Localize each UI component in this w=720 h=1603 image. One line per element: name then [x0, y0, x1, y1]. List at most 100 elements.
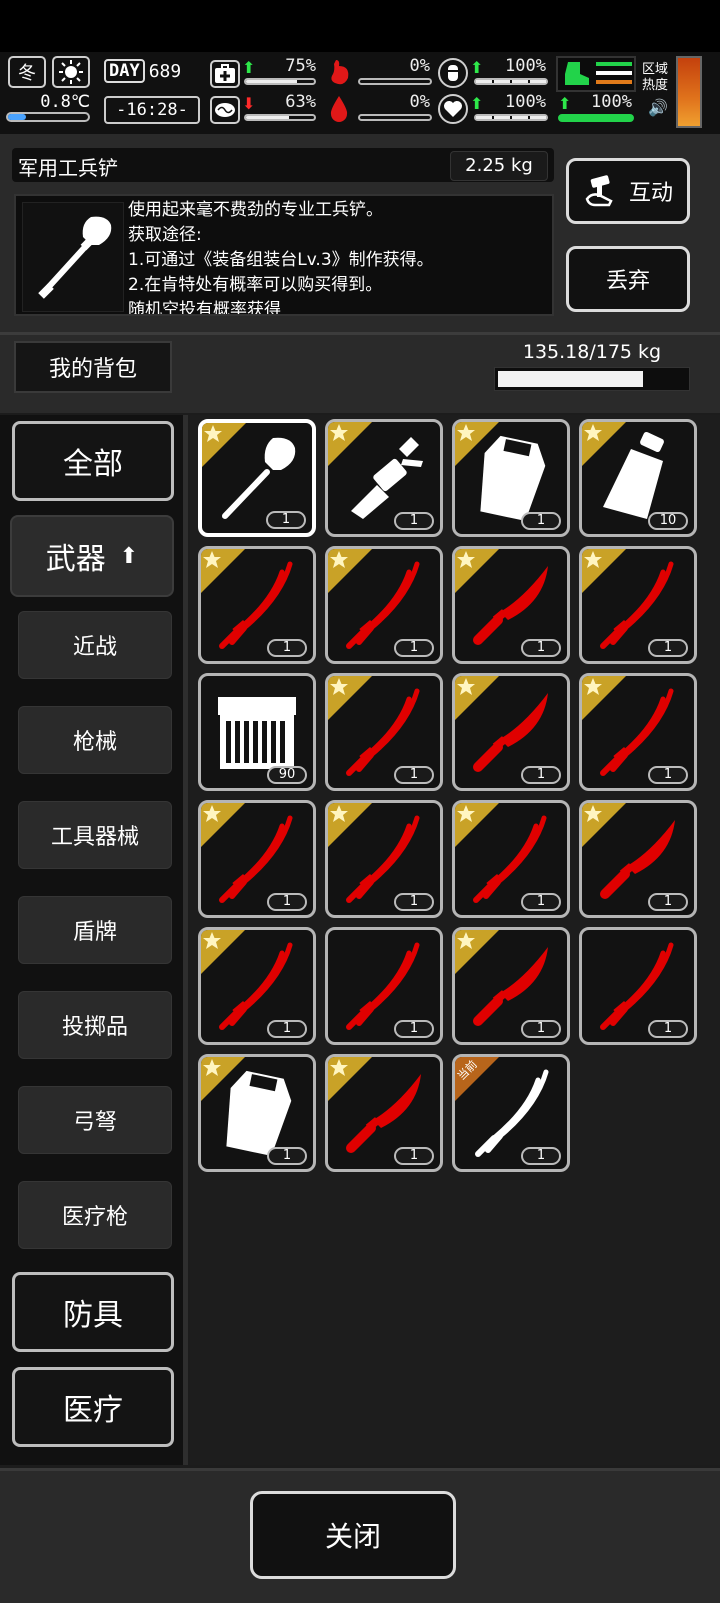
discard-button[interactable]: 丢弃	[566, 246, 690, 312]
close-label: 关闭	[324, 1520, 381, 1553]
inventory-slot[interactable]: 1	[325, 927, 443, 1045]
item-count: 1	[394, 1020, 434, 1038]
category-all[interactable]: 全部	[12, 421, 174, 501]
item-count: 1	[648, 639, 688, 657]
bleeding-bar	[358, 114, 432, 121]
category-tools[interactable]: 工具器械	[18, 801, 172, 869]
item-description: 使用起来毫不费劲的专业工兵铲。 获取途径: 1.可通过《装备组装台Lv.3》制作…	[128, 198, 552, 314]
backpack-header: 我的背包 135.18/175 kg	[0, 335, 720, 413]
item-count: 1	[394, 893, 434, 911]
category-medgun[interactable]: 医疗枪	[18, 1181, 172, 1249]
inventory-slot[interactable]: 1	[579, 927, 697, 1045]
inventory-slot[interactable]: 1	[198, 419, 316, 537]
mood-bar	[474, 114, 548, 121]
inventory-slot[interactable]: 1	[325, 1054, 443, 1172]
backpack-weight: 135.18/175 kg	[522, 341, 662, 363]
inventory-slot[interactable]: 1	[579, 673, 697, 791]
sanity-value: 63%	[285, 92, 316, 112]
inventory-slot[interactable]: 1	[325, 419, 443, 537]
inventory-slot[interactable]: 1	[452, 419, 570, 537]
category-label: 武器	[45, 542, 106, 577]
boot-icon	[565, 62, 589, 85]
category-firearms[interactable]: 枪械	[18, 706, 172, 774]
backpack-title: 我的背包	[14, 341, 172, 393]
favorite-star-icon	[328, 803, 375, 850]
inventory-slot[interactable]: 1	[198, 927, 316, 1045]
clock: -16:28-	[104, 96, 200, 124]
inventory-slot[interactable]: 1	[579, 546, 697, 664]
inventory-slot[interactable]: 1	[198, 800, 316, 918]
favorite-star-icon	[202, 423, 249, 470]
item-count: 1	[521, 639, 561, 657]
category-throwables[interactable]: 投掷品	[18, 991, 172, 1059]
backpack-capacity-bar	[494, 367, 690, 391]
item-count: 1	[648, 893, 688, 911]
inventory-slot[interactable]: 1	[452, 927, 570, 1045]
category-label: 全部	[63, 447, 123, 482]
speaker-icon[interactable]: 🔊	[648, 98, 668, 117]
inventory-slot[interactable]: 1	[198, 1054, 316, 1172]
inventory-slot[interactable]: 1	[325, 546, 443, 664]
category-armor[interactable]: 防具	[12, 1272, 174, 1352]
item-count: 90	[267, 766, 307, 784]
item-count: 1	[394, 1147, 434, 1165]
sun-icon	[52, 56, 90, 88]
category-shields[interactable]: 盾牌	[18, 896, 172, 964]
item-weight: 2.25 kg	[450, 151, 548, 181]
stamina-value: 100%	[591, 92, 632, 112]
inventory-slot[interactable]: 当前 1	[452, 1054, 570, 1172]
category-label: 医疗	[63, 1393, 123, 1428]
inventory-slot[interactable]: 1	[325, 800, 443, 918]
close-button[interactable]: 关闭	[250, 1491, 456, 1579]
footer: 关闭	[0, 1468, 720, 1603]
stamina-bar	[558, 114, 634, 122]
favorite-star-icon	[328, 1057, 375, 1104]
category-label: 投掷品	[61, 1015, 128, 1040]
item-count: 1	[394, 639, 434, 657]
inventory-slot[interactable]: 1	[452, 800, 570, 918]
discard-label: 丢弃	[605, 269, 650, 294]
category-medical[interactable]: 医疗	[12, 1367, 174, 1447]
interact-button[interactable]: 互动	[566, 158, 690, 224]
inventory-slot[interactable]: 1	[579, 800, 697, 918]
category-melee[interactable]: 近战	[18, 611, 172, 679]
inventory-slot[interactable]: 1	[452, 673, 570, 791]
inventory-slot[interactable]: 1	[198, 546, 316, 664]
item-preview	[22, 202, 124, 312]
item-description-box: 使用起来毫不费劲的专业工兵铲。 获取途径: 1.可通过《装备组装台Lv.3》制作…	[14, 194, 554, 316]
item-count: 1	[521, 766, 561, 784]
description-line: 1.可通过《装备组装台Lv.3》制作获得。	[128, 250, 434, 270]
arrow-up-icon: ⬆	[119, 543, 139, 569]
inventory-slot[interactable]: 1	[452, 546, 570, 664]
season-icon: 冬	[8, 56, 46, 88]
day-value: 689	[148, 60, 182, 82]
category-label: 弓弩	[72, 1110, 117, 1135]
favorite-star-icon	[328, 676, 375, 723]
status-hud: 冬 0.8℃ DAY 689 -16:28- ⬆ 75% ⬇ 63% 0% 0%…	[0, 52, 720, 134]
current-badge: 当前	[455, 1057, 502, 1104]
category-bows[interactable]: 弓弩	[18, 1086, 172, 1154]
item-count: 1	[648, 1020, 688, 1038]
inventory-slot[interactable]: 10	[579, 419, 697, 537]
item-count: 1	[521, 1147, 561, 1165]
category-scrollbar[interactable]	[183, 415, 188, 1465]
category-weapons[interactable]: 武器 ⬆	[10, 515, 174, 597]
favorite-star-icon	[582, 676, 629, 723]
sanity-bar	[244, 114, 316, 121]
katana-icon	[337, 939, 431, 1033]
item-count: 1	[266, 511, 306, 529]
item-name: 军用工兵铲	[18, 156, 118, 180]
favorite-star-icon	[201, 803, 248, 850]
inventory-slot[interactable]: 90	[198, 673, 316, 791]
description-line: 使用起来毫不费劲的专业工兵铲。	[128, 200, 383, 220]
thirst-bar	[474, 78, 548, 85]
item-count: 1	[394, 766, 434, 784]
inventory-slot[interactable]: 1	[325, 673, 443, 791]
day-counter: DAY 689	[104, 56, 200, 86]
favorite-star-icon	[455, 930, 502, 977]
favorite-star-icon	[455, 549, 502, 596]
item-count: 1	[267, 1147, 307, 1165]
category-sidebar: 全部 武器 ⬆ 近战 枪械 工具器械 盾牌 投掷品 弓弩 医疗枪 防具 医疗	[0, 415, 186, 1465]
zone-label-2: 热度	[642, 78, 669, 93]
system-status-bar	[0, 0, 720, 52]
